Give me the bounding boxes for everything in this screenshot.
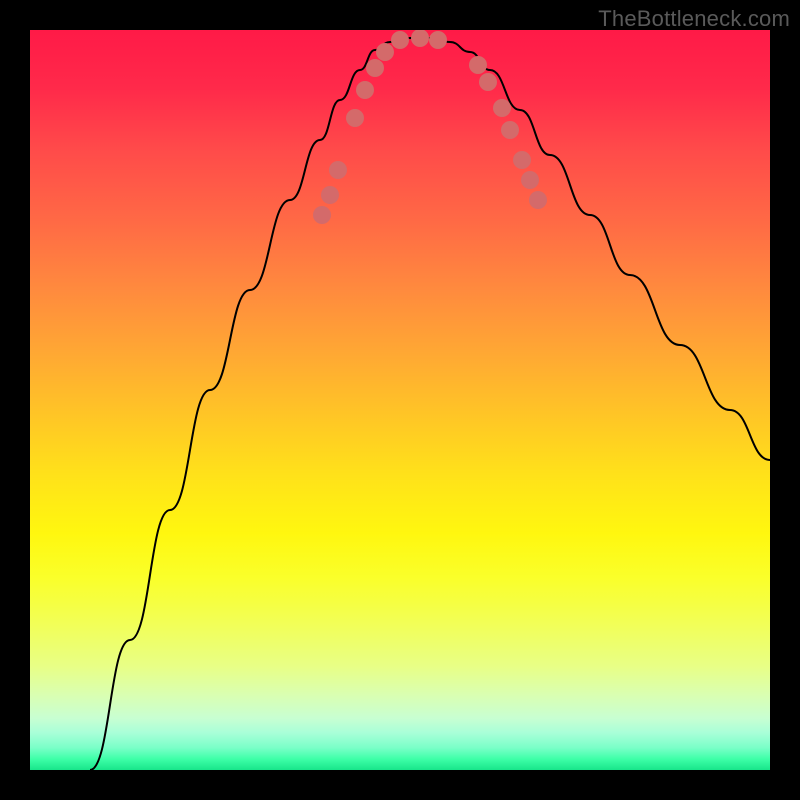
marker-dot [479, 73, 497, 91]
marker-dot [329, 161, 347, 179]
marker-dot [346, 109, 364, 127]
chart-frame: TheBottleneck.com [0, 0, 800, 800]
marker-dot [501, 121, 519, 139]
marker-dot [469, 56, 487, 74]
bottleneck-curve [90, 38, 770, 770]
marker-dot [411, 30, 429, 47]
marker-dot [521, 171, 539, 189]
marker-dot [356, 81, 374, 99]
marker-dot [429, 31, 447, 49]
marker-dot [391, 31, 409, 49]
marker-dot [321, 186, 339, 204]
plot-area [30, 30, 770, 770]
marker-group [313, 30, 547, 224]
marker-dot [366, 59, 384, 77]
marker-dot [513, 151, 531, 169]
marker-dot [529, 191, 547, 209]
curve-svg [30, 30, 770, 770]
marker-dot [313, 206, 331, 224]
watermark-label: TheBottleneck.com [598, 6, 790, 32]
marker-dot [376, 43, 394, 61]
marker-dot [493, 99, 511, 117]
